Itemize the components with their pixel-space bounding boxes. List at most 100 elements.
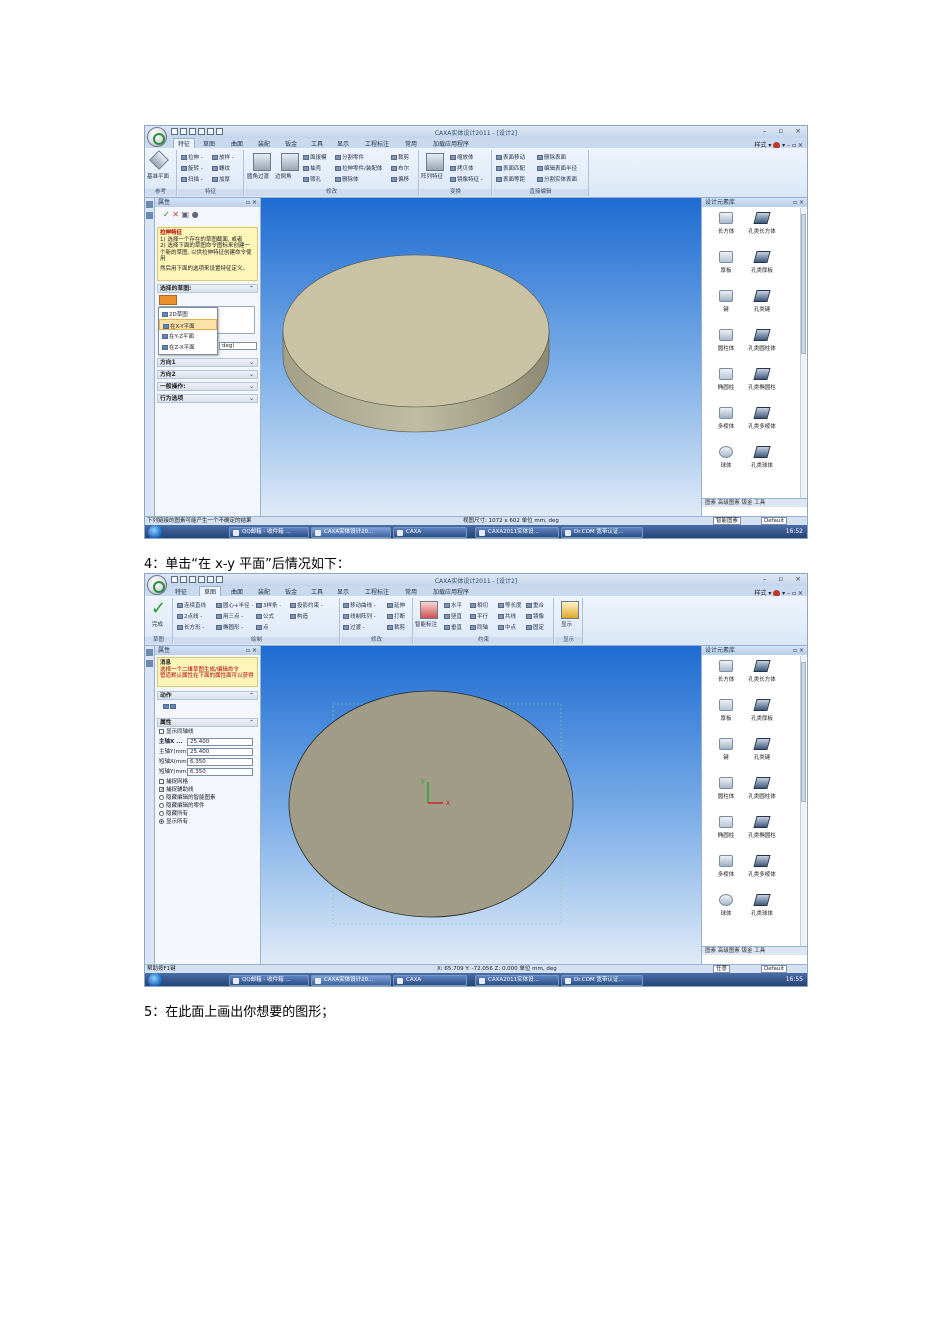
library-item[interactable]: 键 xyxy=(706,290,746,313)
app-menu-icon[interactable] xyxy=(147,127,167,147)
display-icon[interactable] xyxy=(561,601,579,619)
section-behavior[interactable]: 行为选项 ⌄ xyxy=(157,394,258,403)
close-icon[interactable]: ▫ × xyxy=(793,198,804,207)
split-face-button[interactable]: 分割实体表面 xyxy=(537,175,577,183)
section-direction1[interactable]: 方向1 ⌄ xyxy=(157,358,258,367)
taskbar-item-folder[interactable]: CAXA xyxy=(393,527,467,538)
start-button[interactable] xyxy=(148,973,163,986)
maximize-button[interactable]: ▫ xyxy=(778,127,783,135)
maximize-button[interactable]: ▫ xyxy=(778,575,783,583)
draft-button[interactable]: 面拔模 xyxy=(303,153,327,161)
menu-item-xy-plane[interactable]: 在X-Y平面 xyxy=(159,319,217,330)
extrude-button[interactable]: 拉伸 - xyxy=(181,153,203,161)
library-tabs[interactable]: 图素 高级图素 钣金 工具 xyxy=(702,946,807,955)
radio-hide-part[interactable]: 隐藏编辑的零件 xyxy=(159,802,205,810)
smart-dimension-button[interactable]: 智能标注 xyxy=(415,620,437,628)
library-item[interactable]: 厚板 xyxy=(706,251,746,274)
offset-button[interactable]: 偏移 xyxy=(391,175,409,183)
extrude-part-button[interactable]: 拉伸零件/装配体 xyxy=(335,164,382,172)
library-item[interactable]: 孔类长方体 xyxy=(742,212,782,235)
minimize-button[interactable]: – xyxy=(763,575,767,583)
menu-item-zx-plane[interactable]: 在Z-X平面 xyxy=(159,341,217,352)
tab-tools[interactable]: 工具 xyxy=(311,139,323,148)
midpoint-button[interactable]: 中点 xyxy=(498,623,516,631)
library-item[interactable]: 孔类球体 xyxy=(742,446,782,469)
snap-aux-checkbox[interactable]: ✓ 捕捉辅助线 xyxy=(159,786,194,794)
coincident-button[interactable]: 重合 xyxy=(526,601,544,609)
tab-surface[interactable]: 曲面 xyxy=(231,139,243,148)
formula-button[interactable]: 公式 xyxy=(256,612,274,620)
equal-length-button[interactable]: 等长度 xyxy=(498,601,522,609)
3d-viewport[interactable]: X Y xyxy=(261,646,702,964)
transition-button[interactable]: 过渡 - xyxy=(343,623,365,631)
rectangle-button[interactable]: 长方形 - xyxy=(177,623,204,631)
finish-button[interactable]: 完成 xyxy=(152,620,163,628)
close-icon[interactable]: ▫ × xyxy=(246,198,257,207)
sketch-dropdown-button[interactable] xyxy=(159,295,177,305)
thread-button[interactable]: 螺纹 xyxy=(212,164,230,172)
taskbar-item-caxa[interactable]: CAXA实体设计20... xyxy=(311,975,391,986)
construct-button[interactable]: 构造 xyxy=(290,612,308,620)
tab-tools[interactable]: 工具 xyxy=(311,587,323,596)
taskbar-item-drcom[interactable]: Dr.COM 宽带认证... xyxy=(561,527,643,538)
circle-button[interactable]: 圆心+半径 - xyxy=(216,601,253,609)
3d-viewport[interactable] xyxy=(261,198,702,516)
library-item[interactable]: 孔类圆柱体 xyxy=(742,329,782,352)
loft-button[interactable]: 放样 - xyxy=(212,153,234,161)
taskbar-item-mail[interactable]: QQ邮箱 - 收件箱 ... xyxy=(229,975,309,986)
face-move-button[interactable]: 表面移动 xyxy=(496,153,525,161)
library-item[interactable]: 多棱体 xyxy=(706,407,746,430)
confirm-icon[interactable]: ✓ ✕ ▣ ● xyxy=(163,210,199,219)
polyline-button[interactable]: 连续直线 xyxy=(177,601,206,609)
two-point-line-button[interactable]: 2点线 - xyxy=(177,612,202,620)
hole-button[interactable]: 筛孔 xyxy=(303,175,321,183)
radio-hide-smart[interactable]: 隐藏编辑的智能图素 xyxy=(159,794,216,802)
radio-show-all[interactable]: 显示所有 xyxy=(159,818,188,826)
taskbar-item-caxa-doc[interactable]: CAXA2011实体设... xyxy=(475,527,559,538)
face-offset-button[interactable]: 表面等距 xyxy=(496,175,525,183)
section-selected-sketch[interactable]: 选择的草图: ⌃ xyxy=(157,284,258,293)
library-item[interactable]: 圆柱体 xyxy=(706,329,746,352)
section-direction2[interactable]: 方向2 ⌄ xyxy=(157,370,258,379)
move-curve-button[interactable]: 移动曲线 - xyxy=(343,601,376,609)
section-properties[interactable]: 属性 ⌃ xyxy=(157,718,258,727)
tab-assembly[interactable]: 装配 xyxy=(258,139,270,148)
left-tab-strip[interactable] xyxy=(145,646,155,964)
minor-x-input[interactable]: 6.350 xyxy=(187,758,253,766)
library-item[interactable]: 孔类椭圆柱 xyxy=(742,816,782,839)
tab-annotation[interactable]: 工程标注 xyxy=(365,587,389,596)
library-item[interactable]: 键 xyxy=(706,738,746,761)
section-general[interactable]: 一般操作: ⌄ xyxy=(157,382,258,391)
library-item[interactable]: 孔类多棱体 xyxy=(742,407,782,430)
chamfer-button[interactable]: 边倒角 xyxy=(275,172,292,180)
taskbar-item-caxa[interactable]: CAXA实体设计20... xyxy=(311,527,391,538)
close-button[interactable]: × xyxy=(795,127,801,135)
left-tab-strip[interactable] xyxy=(145,198,155,516)
fix-button[interactable]: 固定 xyxy=(526,623,544,631)
tab-sheetmetal[interactable]: 钣金 xyxy=(285,587,297,596)
app-menu-icon[interactable] xyxy=(147,575,167,595)
ellipse-button[interactable]: 椭圆形 - xyxy=(216,623,243,631)
library-item[interactable]: 孔类长方体 xyxy=(742,660,782,683)
copy-body-button[interactable]: 拷贝体 xyxy=(450,164,474,172)
library-item[interactable]: 厚板 xyxy=(706,699,746,722)
smart-dimension-icon[interactable] xyxy=(420,601,438,619)
sketch-plane-view[interactable]: X Y xyxy=(261,646,702,964)
action-icons[interactable] xyxy=(163,703,177,710)
cylinder-model[interactable] xyxy=(261,198,702,516)
tab-addins[interactable]: 加载应用程序 xyxy=(433,587,469,596)
edit-radius-button[interactable]: 编辑表面半径 xyxy=(537,164,577,172)
close-icon[interactable]: ▫ × xyxy=(793,646,804,655)
library-item[interactable]: 球体 xyxy=(706,446,746,469)
tab-common[interactable]: 常用 xyxy=(405,139,417,148)
horizontal-button[interactable]: 水平 xyxy=(444,601,462,609)
section-action[interactable]: 动作 ⌃ xyxy=(157,691,258,700)
window-controls[interactable]: – ▫ × xyxy=(763,127,801,135)
sweep-button[interactable]: 扫描 - xyxy=(181,175,203,183)
extend-button[interactable]: 延伸 xyxy=(387,601,405,609)
pattern-button[interactable]: 阵列特征 xyxy=(421,172,443,180)
status-mode-select[interactable]: 任意 xyxy=(713,965,731,973)
radio-hide-all[interactable]: 隐藏所有 xyxy=(159,810,188,818)
status-default-select[interactable]: Default xyxy=(761,965,788,973)
project-constraint-button[interactable]: 投影约束 - xyxy=(290,601,323,609)
